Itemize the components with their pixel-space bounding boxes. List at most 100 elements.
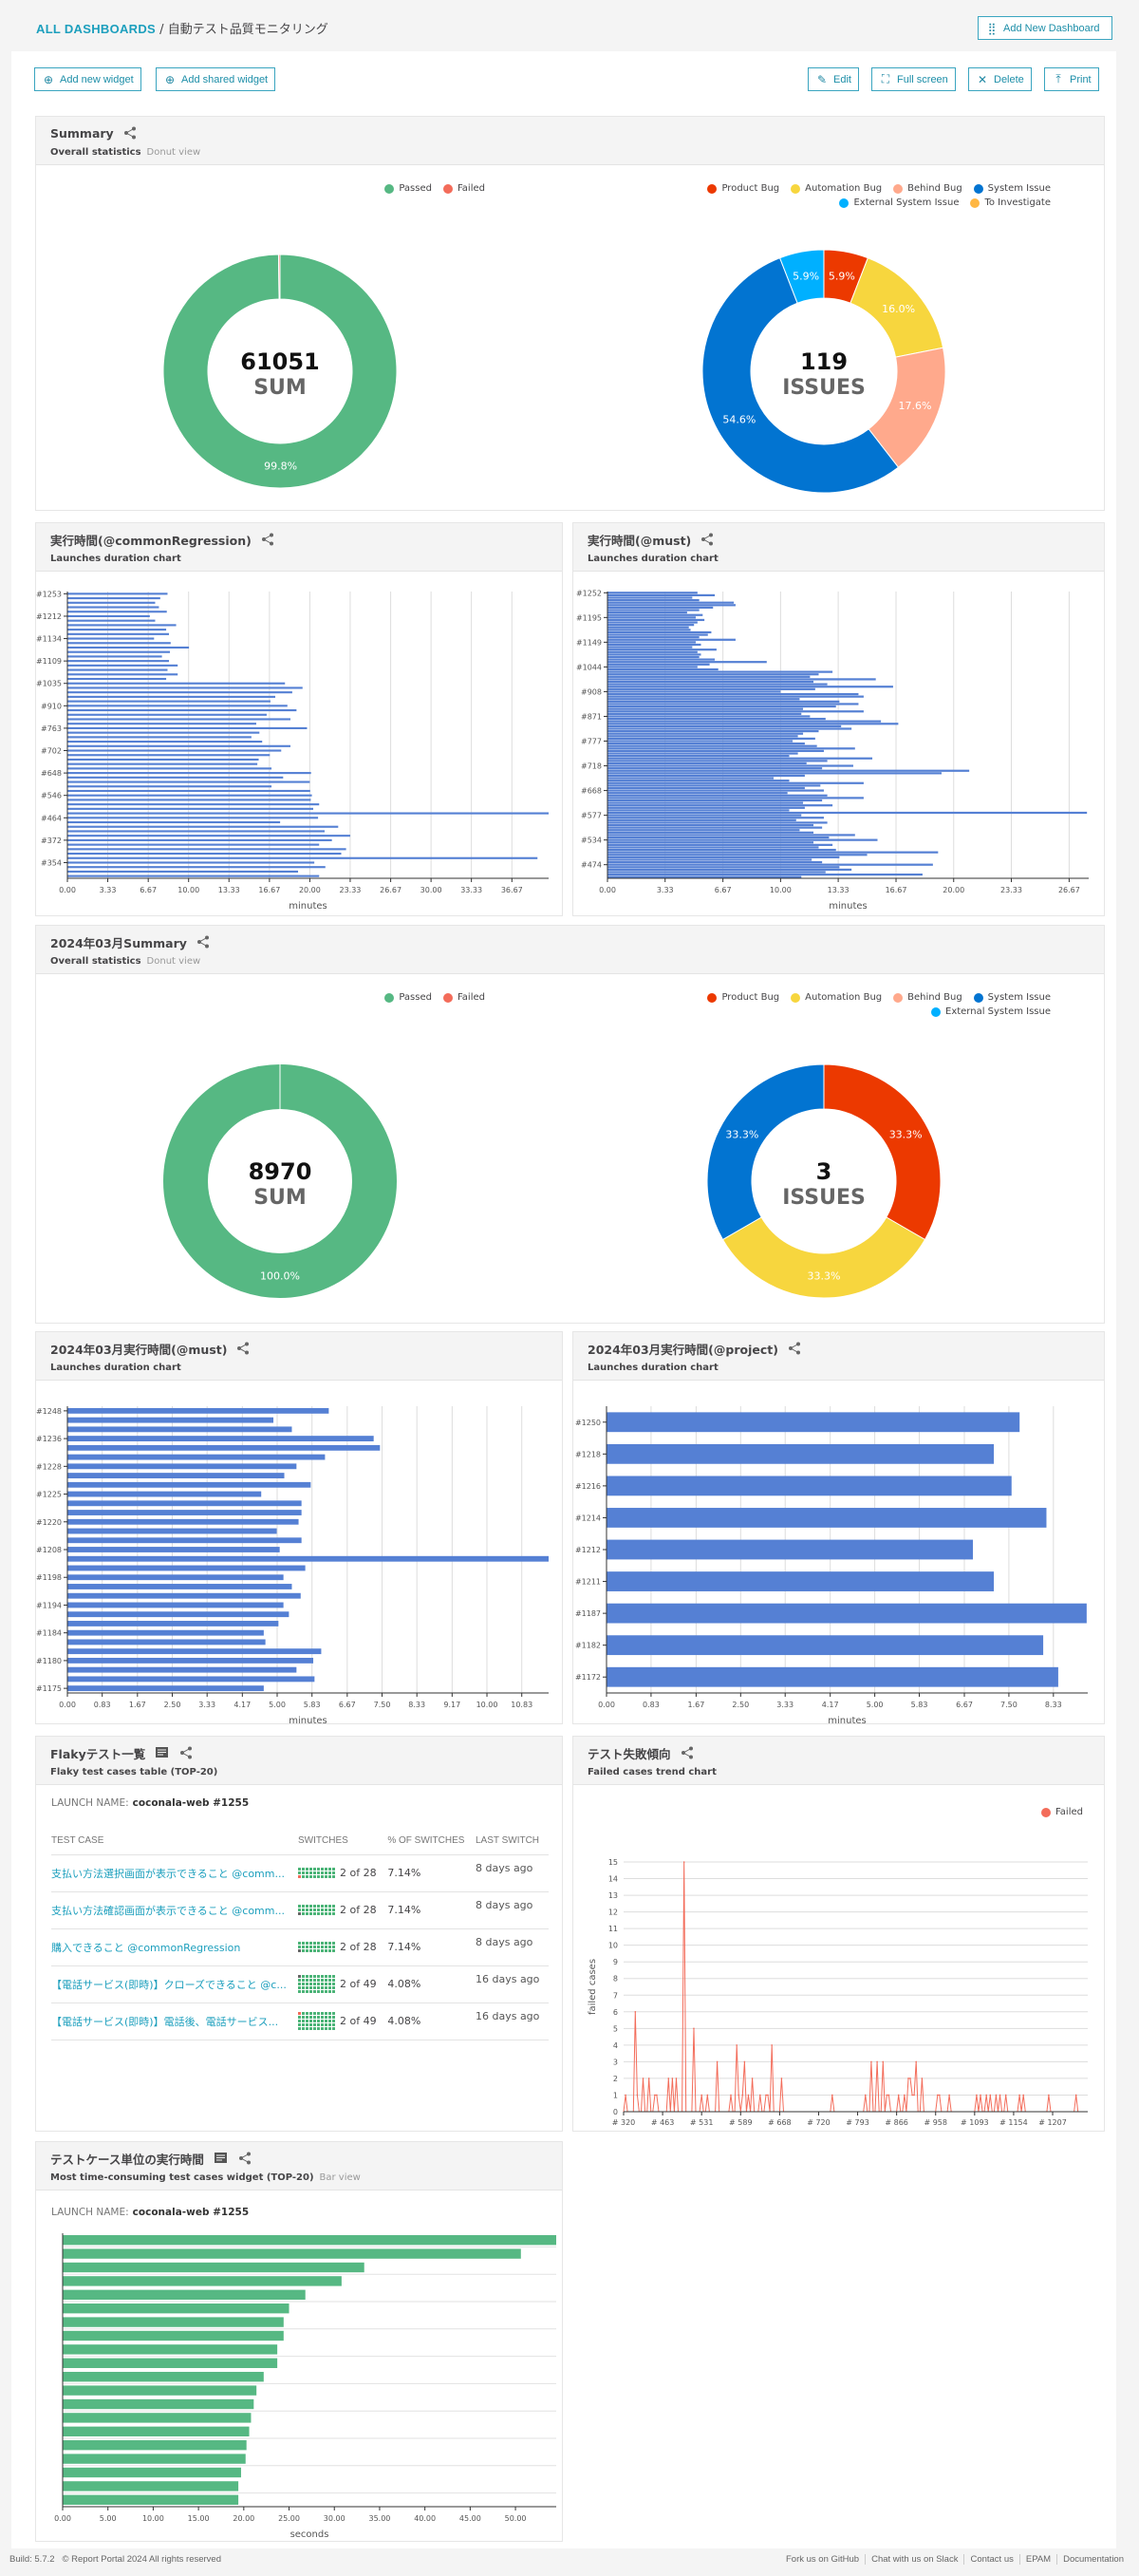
duration-chart: 0.00 3.33 6.67 10.00 13.33 16.67 20.00 23.33 26.… xyxy=(36,590,549,912)
data-point xyxy=(909,2078,911,2079)
bar xyxy=(607,727,852,730)
x-tick-label: 8.33 xyxy=(1045,1701,1062,1709)
add-new-widget-button[interactable]: ⊕ Add new widget xyxy=(34,67,141,91)
most-time-chart: 0.00 5.00 10.00 15.00 20.00 25.00 30.00 35.00 40… xyxy=(54,2233,556,2540)
bar xyxy=(607,646,693,649)
bar xyxy=(607,755,790,758)
y-tick-label: #354 xyxy=(41,858,62,867)
bar xyxy=(607,629,691,631)
add-shared-widget-button[interactable]: ⊕ Add shared widget xyxy=(156,67,276,91)
table-row: 【電話サービス(即時)】クローズできること @c... 2 of 49 4.08… xyxy=(51,1965,549,2003)
bar xyxy=(607,668,719,671)
data-point xyxy=(743,2060,746,2063)
test-case-link[interactable]: 支払い方法選択画面が表示できること @comm... xyxy=(51,1854,298,1892)
data-point xyxy=(625,2094,626,2097)
bar xyxy=(67,843,320,846)
bar xyxy=(67,1417,274,1423)
bar xyxy=(67,1602,284,1608)
bar xyxy=(607,806,805,809)
bar xyxy=(607,596,693,599)
x-tick-label: 5.00 xyxy=(100,2514,117,2523)
add-new-dashboard-button[interactable]: ⣿ Add New Dashboard xyxy=(978,16,1112,40)
bar xyxy=(607,592,698,594)
share-icon[interactable] xyxy=(179,1746,193,1759)
footer-link-github[interactable]: Fork us on GitHub xyxy=(780,2554,865,2565)
footer-link-documentation[interactable]: Documentation xyxy=(1056,2554,1130,2565)
test-case-link[interactable]: 【電話サービス(即時)】クローズできること @c... xyxy=(51,1965,298,2003)
data-point xyxy=(913,2094,915,2097)
edit-button[interactable]: ✎ Edit xyxy=(808,67,859,91)
bar xyxy=(607,717,826,721)
data-point xyxy=(656,2094,658,2097)
bar xyxy=(67,744,290,747)
bar xyxy=(607,811,1088,815)
full-screen-button[interactable]: ⛶ Full screen xyxy=(871,67,956,91)
data-point xyxy=(995,2094,998,2097)
footer-link-slack[interactable]: Chat with us on Slack xyxy=(865,2554,964,2565)
bar xyxy=(607,767,823,770)
x-tick-label: 3.33 xyxy=(657,886,674,894)
data-point xyxy=(897,2094,900,2097)
footer: Build: 5.7.2 © Report Portal 2024 All ri… xyxy=(9,2554,1130,2565)
y-tick-label: #1228 xyxy=(36,1462,62,1471)
donut-slice-system-issue xyxy=(706,1063,825,1241)
bar xyxy=(67,736,252,739)
bar xyxy=(67,1676,315,1683)
data-point xyxy=(751,2078,754,2079)
bar xyxy=(67,682,286,685)
y-tick-label: 11 xyxy=(608,1925,618,1933)
y-tick-label: #1218 xyxy=(575,1450,601,1458)
bar xyxy=(607,678,876,681)
breadcrumb-all-dashboards[interactable]: ALL DASHBOARDS xyxy=(36,22,156,36)
bar xyxy=(67,731,260,734)
x-tick-label: 9.17 xyxy=(443,1701,460,1709)
bar xyxy=(607,769,970,772)
bar xyxy=(607,663,710,666)
bar xyxy=(67,1537,302,1544)
test-case-link[interactable]: 購入できること @commonRegression xyxy=(51,1928,298,1966)
y-tick-label: #763 xyxy=(41,724,62,733)
footer-link-epam[interactable]: EPAM xyxy=(1018,2554,1057,2565)
bar xyxy=(67,874,320,877)
last-switch-cell: 8 days ago xyxy=(475,1854,549,1892)
bar xyxy=(67,637,155,640)
x-tick-label: # 1207 xyxy=(1038,2118,1067,2127)
bar xyxy=(67,619,156,622)
widget-header[interactable]: Flakyテスト一覧 Flaky test cases table (TOP-2… xyxy=(36,1737,562,1785)
delete-button[interactable]: ✕ Delete xyxy=(968,67,1032,91)
y-tick-label: 15 xyxy=(608,1858,618,1867)
last-switch-cell: 16 days ago xyxy=(475,2003,549,2040)
bar xyxy=(607,834,855,837)
x-tick-label: 6.67 xyxy=(715,886,732,894)
print-button[interactable]: ⤒ Print xyxy=(1044,67,1099,91)
data-point xyxy=(1018,2094,1020,2097)
breadcrumb: ALL DASHBOARDS / 自動テスト品質モニタリング xyxy=(36,19,328,37)
footer-link-contact[interactable]: Contact us xyxy=(963,2554,1019,2565)
y-tick-label: 0 xyxy=(613,2108,618,2116)
y-tick-label: 13 xyxy=(608,1891,618,1900)
bar xyxy=(67,820,281,824)
bar xyxy=(67,718,290,721)
bar xyxy=(607,743,805,745)
data-point xyxy=(911,2094,913,2097)
y-tick-label: #534 xyxy=(581,837,602,845)
test-case-link[interactable]: 支払い方法確認画面が表示できること @comm... xyxy=(51,1891,298,1929)
y-tick-label: #1212 xyxy=(575,1546,601,1554)
x-tick-label: 45.00 xyxy=(459,2514,481,2523)
x-tick-label: 36.67 xyxy=(501,886,523,894)
bar xyxy=(67,803,320,806)
bar xyxy=(67,1547,280,1552)
data-point xyxy=(780,2078,783,2079)
comment-icon[interactable] xyxy=(155,1746,170,1759)
bar xyxy=(607,772,942,775)
data-point xyxy=(642,2078,644,2079)
bar xyxy=(67,835,350,837)
bar xyxy=(67,1426,292,1433)
test-case-link[interactable]: 【電話サービス(即時)】電話後、電話サービス... xyxy=(51,2003,298,2040)
bar xyxy=(67,1481,311,1488)
bar xyxy=(67,870,299,873)
data-point xyxy=(936,2094,939,2097)
bar xyxy=(67,794,312,797)
bar xyxy=(607,799,823,802)
bar xyxy=(607,621,698,624)
